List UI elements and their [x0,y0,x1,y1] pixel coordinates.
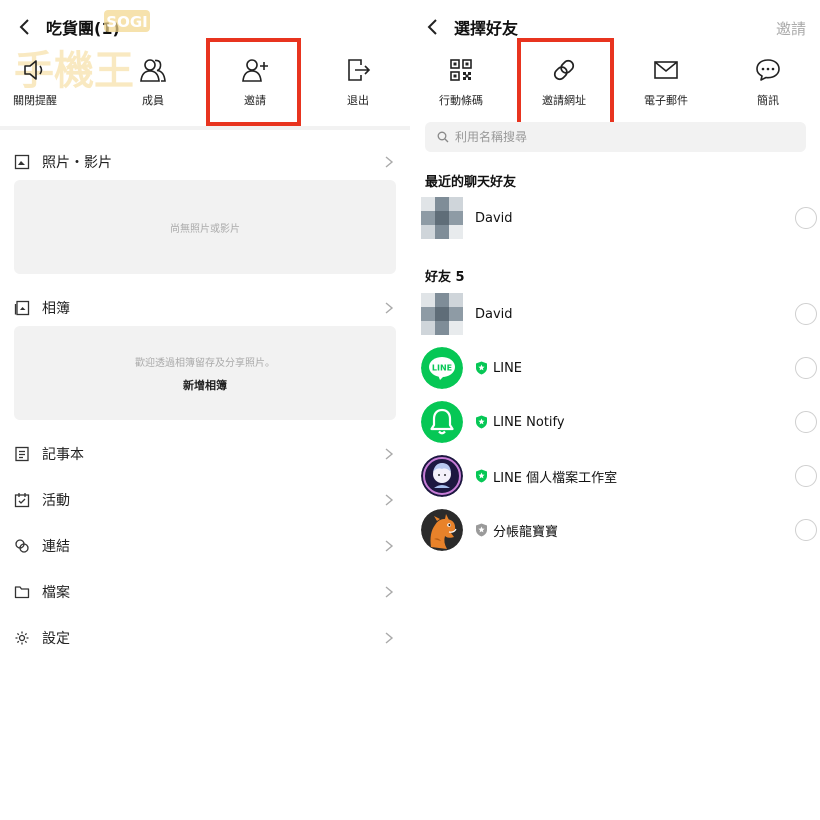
chat-bubble-icon [756,59,780,81]
friend-name: LINE [475,361,522,376]
select-radio[interactable] [795,519,817,541]
members-label: 成員 [142,94,164,107]
albums-empty-box: 歡迎透過相簿留存及分享照片。 新增相簿 [14,326,396,420]
recent-heading: 最近的聊天好友 [425,175,517,190]
friends-heading: 好友 5 [425,270,465,285]
friend-name: LINE 個人檔案工作室 [475,467,617,486]
official-shield-icon [476,361,487,375]
sms-button[interactable]: 簡訊 [723,56,813,114]
email-label: 電子郵件 [644,94,688,107]
notes-label: 記事本 [42,447,84,463]
mail-icon [654,61,678,79]
leave-label: 退出 [347,94,369,107]
photo-icon [14,154,30,170]
qr-code-button[interactable]: 行動條碼 [416,56,506,114]
photos-empty-box: 尚無照片或影片 [14,180,396,274]
events-row[interactable]: 活動 [14,488,396,512]
gear-icon [15,631,29,645]
mute-label: 關閉提醒 [13,94,57,107]
dragon-avatar [421,509,463,551]
links-label: 連結 [42,539,70,555]
verified-gray-shield-icon [476,523,487,537]
photos-empty-text: 尚無照片或影片 [170,223,240,235]
note-icon [15,446,29,462]
chevron-right-icon [385,540,394,552]
chevron-right-icon [385,494,394,506]
official-shield-icon [476,469,487,483]
select-friends-title: 選擇好友 [454,19,519,38]
friend-name: 分帳龍寶寶 [475,521,558,540]
official-shield-icon [476,415,487,429]
speaker-icon [24,60,43,80]
friend-name: LINE Notify [475,415,565,430]
mute-notifications-button[interactable]: 關閉提醒 [0,56,80,114]
friend-row[interactable]: LINE 個人檔案工作室 [421,452,817,500]
back-button[interactable] [418,12,448,42]
leave-button[interactable]: 退出 [313,56,403,114]
friend-row[interactable]: David [421,290,817,338]
members-icon [140,59,166,82]
select-radio[interactable] [795,303,817,325]
divider [0,126,410,130]
friend-row[interactable]: LINE Notify [421,398,817,446]
links-row[interactable]: 連結 [14,534,396,558]
albums-row[interactable]: 相簿 [14,296,396,320]
profile-studio-avatar [421,455,463,497]
settings-label: 設定 [42,631,70,647]
line-notify-avatar [421,401,463,443]
members-button[interactable]: 成員 [108,56,198,114]
albums-empty-text: 歡迎透過相簿留存及分享照片。 [135,357,275,369]
photos-videos-row[interactable]: 照片・影片 [14,150,396,174]
chevron-right-icon [385,156,394,168]
chevron-right-icon [385,586,394,598]
notes-row[interactable]: 記事本 [14,442,396,466]
folder-icon [14,586,30,599]
friend-row[interactable]: 分帳龍寶寶 [421,506,817,554]
select-radio[interactable] [795,465,817,487]
friend-row[interactable]: LINE LINE [421,344,817,392]
friend-name: David [475,306,513,322]
search-icon [437,131,449,143]
files-row[interactable]: 檔案 [14,580,396,604]
select-radio[interactable] [795,207,817,229]
chevron-right-icon [385,632,394,644]
svg-text:LINE: LINE [432,364,452,373]
settings-row[interactable]: 設定 [14,626,396,650]
group-action-bar: 關閉提醒 成員 邀請 退出 [0,56,410,114]
select-friends-header: 選擇好友 [418,12,518,42]
search-input[interactable] [455,130,775,144]
events-label: 活動 [42,493,70,509]
sms-label: 簡訊 [757,94,779,107]
invite-method-bar: 行動條碼 邀請網址 電子郵件 簡訊 [410,56,820,114]
friend-row[interactable]: David [421,194,817,242]
invite-submit-button[interactable]: 邀請 [776,18,806,39]
files-label: 檔案 [42,585,70,601]
invite-link-highlight-box [517,38,614,126]
svg-text:SOGI: SOGI [106,13,147,31]
photos-videos-label: 照片・影片 [42,155,112,171]
calendar-check-icon [14,493,30,508]
line-logo-avatar: LINE [421,347,463,389]
email-button[interactable]: 電子郵件 [621,56,711,114]
avatar [421,293,463,335]
qr-code-icon [450,59,472,81]
link-icon [15,539,29,553]
select-radio[interactable] [795,357,817,379]
select-radio[interactable] [795,411,817,433]
create-album-button[interactable]: 新增相簿 [183,377,227,393]
friend-search-bar[interactable] [425,122,806,152]
avatar [421,197,463,239]
exit-icon [348,59,371,81]
albums-label: 相簿 [42,301,70,317]
select-friends-panel: 選擇好友 邀請 行動條碼 邀請網址 電子郵件 簡訊 利用名稱搜尋 最近的聊天好友… [410,0,820,820]
chevron-right-icon [385,448,394,460]
back-arrow-icon [427,19,437,35]
invite-highlight-box [206,38,301,126]
group-home-panel: 吃貨團(1) SOGI 手機王 關閉提醒 成員 邀請 退出 照片・影片 尚無照片… [0,0,410,820]
album-icon [14,300,30,316]
chevron-right-icon [385,302,394,314]
qr-code-label: 行動條碼 [439,94,483,107]
friend-name: David [475,210,513,226]
